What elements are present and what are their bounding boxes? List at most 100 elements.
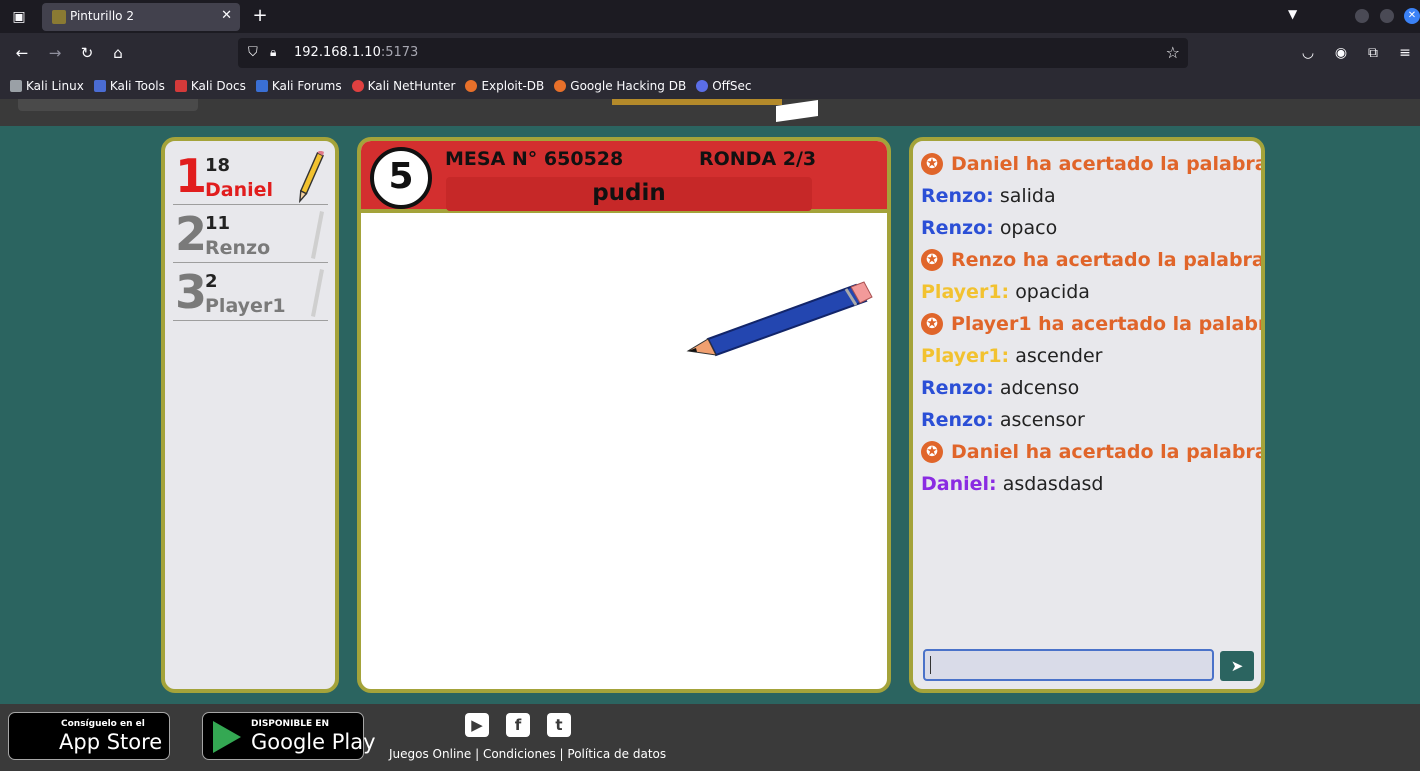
kali-icon: [10, 80, 22, 92]
back-icon[interactable]: ←: [12, 43, 32, 63]
player-points: 18: [205, 155, 231, 176]
chat-text: opaco: [999, 217, 1058, 239]
player-points: 2: [205, 271, 218, 292]
chat-text: salida: [999, 185, 1056, 207]
pocket-icon[interactable]: ◡: [1298, 43, 1318, 63]
kali-forums-icon: [255, 80, 268, 92]
round-indicator: RONDA 2/3: [699, 148, 817, 170]
chat-input[interactable]: [923, 649, 1214, 681]
chat-message: Renzo: salida: [921, 185, 1056, 207]
pencil-cursor-icon: [686, 281, 873, 357]
chat-message: Player1: opacida: [921, 281, 1090, 303]
player-row: 1 18 Daniel: [173, 147, 328, 205]
chat-text: adcenso: [999, 377, 1080, 399]
reload-icon[interactable]: ↻: [77, 43, 97, 63]
tab-list-icon[interactable]: ▣: [8, 6, 30, 28]
table-number: MESA N° 650528: [445, 148, 624, 170]
facebook-icon[interactable]: f: [506, 713, 530, 737]
account-icon[interactable]: ◉: [1331, 43, 1351, 63]
bookmark-kali-forums[interactable]: Kali Forums: [255, 79, 342, 93]
bookmark-kali-tools[interactable]: Kali Tools: [93, 79, 165, 93]
pencil-gray-icon: [311, 211, 324, 259]
app-store-badge[interactable]: Consíguelo en el App Store: [8, 712, 170, 760]
browser-tab-bar: ▣ Pinturillo 2 ✕ + ▼ ✕: [0, 0, 1420, 33]
browser-tab-active[interactable]: Pinturillo 2 ✕: [42, 3, 240, 31]
pinturillo-logo-number: [776, 100, 818, 122]
home-icon[interactable]: ⌂: [108, 43, 128, 63]
youtube-icon[interactable]: ▶: [465, 713, 489, 737]
offsec-icon: [696, 80, 709, 92]
kali-docs-icon: [174, 80, 187, 92]
chat-text: ascensor: [999, 409, 1085, 431]
chat-message: Daniel: asdasdasd: [921, 473, 1104, 495]
pencil-icon: [298, 151, 324, 203]
player-name: Daniel: [205, 179, 274, 201]
bookmark-kali-nethunter[interactable]: Kali NetHunter: [351, 79, 455, 93]
link-politica-datos[interactable]: Política de datos: [567, 747, 666, 761]
window-maximize-button[interactable]: [1380, 9, 1394, 23]
players-panel: 1 18 Daniel 2 11 Renzo 3 2 Player1: [161, 137, 339, 693]
send-icon: ➤: [1230, 657, 1244, 675]
chat-message: Renzo: ascensor: [921, 409, 1085, 431]
star-icon: ✪: [921, 441, 943, 463]
bookmark-offsec[interactable]: OffSec: [696, 79, 752, 93]
link-condiciones[interactable]: Condiciones: [483, 747, 556, 761]
bookmark-google-hacking-db[interactable]: Google Hacking DB: [554, 79, 686, 93]
chat-author: Renzo:: [921, 377, 994, 399]
text-caret: [930, 656, 931, 674]
player-name: Player1: [205, 295, 286, 317]
forward-icon[interactable]: →: [45, 43, 65, 63]
star-icon: ✪: [921, 249, 943, 271]
star-icon: ✪: [921, 313, 943, 335]
star-icon: ✪: [921, 153, 943, 175]
link-juegos-online[interactable]: Juegos Online: [389, 747, 471, 761]
player-rank: 3: [175, 265, 208, 319]
bookmark-exploit-db[interactable]: Exploit-DB: [465, 79, 544, 93]
drawing-board: 5 MESA N° 650528 RONDA 2/3 pudin: [357, 137, 891, 693]
pencil-gray-icon: [311, 269, 324, 317]
kali-tools-icon: [93, 80, 106, 92]
secret-word: pudin: [592, 180, 666, 206]
window-close-button[interactable]: ✕: [1404, 8, 1420, 24]
page-footer: Consíguelo en el App Store DISPONIBLE EN…: [0, 704, 1420, 771]
window-minimize-button[interactable]: [1355, 9, 1369, 23]
countdown-timer: 5: [370, 147, 432, 209]
shield-icon[interactable]: ⛉: [248, 45, 258, 60]
tab-close-icon[interactable]: ✕: [221, 8, 232, 23]
url-text[interactable]: 192.168.1.10:5173: [294, 45, 418, 60]
tab-title: Pinturillo 2: [70, 9, 134, 23]
google-play-badge[interactable]: DISPONIBLE EN Google Play: [202, 712, 376, 760]
bookmarks-bar: Kali Linux Kali Tools Kali Docs Kali For…: [0, 73, 1420, 99]
chat-system-message: ✪ Daniel ha acertado la palabra: [921, 441, 1261, 463]
player-name: Renzo: [205, 237, 271, 259]
new-tab-icon[interactable]: +: [250, 5, 270, 26]
bookmark-star-icon[interactable]: ☆: [1166, 43, 1180, 62]
word-box: pudin: [446, 177, 812, 211]
chat-text: opacida: [1015, 281, 1090, 303]
player-row: 3 2 Player1: [173, 263, 328, 321]
chat-author: Player1:: [921, 345, 1010, 367]
browser-nav-bar: ← → ↻ ⌂ ⛉ 🔒︎ 192.168.1.10:5173 ☆ ◡ ◉ ⧉ ≡: [0, 33, 1420, 73]
chat-system-message: ✪ Player1 ha acertado la palabra: [921, 313, 1261, 335]
chevron-down-icon[interactable]: ▼: [1288, 7, 1297, 21]
player-row: 2 11 Renzo: [173, 205, 328, 263]
chat-panel: ✪ Daniel ha acertado la palabra Renzo: sal…: [909, 137, 1265, 693]
send-button[interactable]: ➤: [1220, 651, 1254, 681]
bookmark-kali-docs[interactable]: Kali Docs: [174, 79, 246, 93]
footer-links: Juegos Online | Condiciones | Política d…: [389, 747, 667, 761]
twitter-icon[interactable]: t: [547, 713, 571, 737]
header-button-fragment[interactable]: [18, 99, 198, 111]
extensions-icon[interactable]: ⧉: [1363, 43, 1383, 63]
chat-author: Daniel:: [921, 473, 997, 495]
chat-system-message: ✪ Daniel ha acertado la palabra: [921, 153, 1261, 175]
chat-message: Renzo: adcenso: [921, 377, 1079, 399]
chat-author: Player1:: [921, 281, 1010, 303]
player-rank: 1: [175, 149, 208, 203]
lock-icon[interactable]: 🔒︎: [270, 45, 276, 60]
menu-icon[interactable]: ≡: [1395, 43, 1415, 63]
nethunter-icon: [351, 80, 364, 92]
player-points: 11: [205, 213, 231, 234]
bookmark-kali-linux[interactable]: Kali Linux: [10, 79, 84, 93]
url-bar[interactable]: ⛉ 🔒︎ 192.168.1.10:5173 ☆: [238, 38, 1188, 68]
pinturillo-logo: [612, 99, 782, 105]
